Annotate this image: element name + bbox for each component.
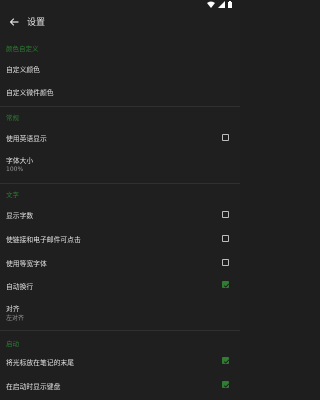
clickable-links-checkbox[interactable] (222, 235, 229, 242)
custom-colors-label: 自定义颜色 (6, 66, 40, 74)
checkmark-icon (223, 359, 230, 364)
show-keyboard-row[interactable]: 在启动时显示键盘 (0, 375, 240, 397)
word-wrap-checkbox[interactable] (222, 281, 230, 288)
custom-widget-colors-row[interactable]: 自定义微件颜色 (0, 80, 240, 104)
section-header-text: 文字 (6, 191, 19, 199)
settings-screen: 设置 颜色自定义 自定义颜色 自定义微件颜色 常规 使用英语显示 字体大小 10… (0, 0, 240, 400)
divider (0, 330, 240, 331)
section-header-custom-colors: 颜色自定义 (6, 45, 39, 53)
checkmark-icon (223, 383, 230, 388)
status-bar (0, 0, 240, 10)
cursor-end-checkbox[interactable] (222, 357, 230, 364)
monospace-checkbox[interactable] (222, 259, 229, 266)
section-header-startup: 启动 (6, 340, 19, 348)
font-size-row[interactable]: 字体大小 100% (0, 151, 240, 177)
cursor-end-label: 将光标放在笔记的末尾 (6, 359, 74, 367)
font-size-value: 100% (6, 166, 24, 173)
show-word-count-label: 显示字数 (6, 212, 34, 220)
custom-widget-colors-label: 自定义微件颜色 (6, 89, 54, 97)
show-keyboard-checkbox[interactable] (222, 381, 230, 388)
font-size-label: 字体大小 (6, 157, 34, 165)
page-title: 设置 (27, 18, 46, 28)
monospace-label: 使用等宽字体 (6, 260, 47, 268)
word-wrap-row[interactable]: 自动换行 (0, 275, 240, 297)
monospace-row[interactable]: 使用等宽字体 (0, 251, 240, 273)
cursor-end-row[interactable]: 将光标放在笔记的末尾 (0, 350, 240, 372)
show-word-count-row[interactable]: 显示字数 (0, 203, 240, 225)
clickable-links-label: 使链接和电子邮件可点击 (6, 236, 81, 244)
app-bar: 设置 (0, 10, 240, 34)
clickable-links-row[interactable]: 使链接和电子邮件可点击 (0, 227, 240, 249)
section-header-general: 常规 (6, 114, 19, 122)
use-english-row[interactable]: 使用英语显示 (0, 126, 240, 148)
battery-icon (228, 1, 232, 8)
use-english-label: 使用英语显示 (6, 135, 47, 143)
wifi-icon (207, 1, 215, 8)
back-arrow-icon[interactable] (7, 14, 21, 28)
signal-icon (218, 1, 225, 8)
divider (0, 106, 240, 107)
use-english-checkbox[interactable] (222, 134, 229, 141)
checkmark-icon (223, 283, 230, 288)
word-wrap-label: 自动换行 (6, 283, 34, 291)
divider (0, 183, 240, 184)
alignment-value: 左对齐 (6, 315, 25, 322)
alignment-row[interactable]: 对齐 左对齐 (0, 299, 240, 325)
alignment-label: 对齐 (6, 305, 20, 313)
show-keyboard-label: 在启动时显示键盘 (6, 383, 61, 391)
custom-colors-row[interactable]: 自定义颜色 (0, 56, 240, 80)
show-word-count-checkbox[interactable] (222, 211, 229, 218)
